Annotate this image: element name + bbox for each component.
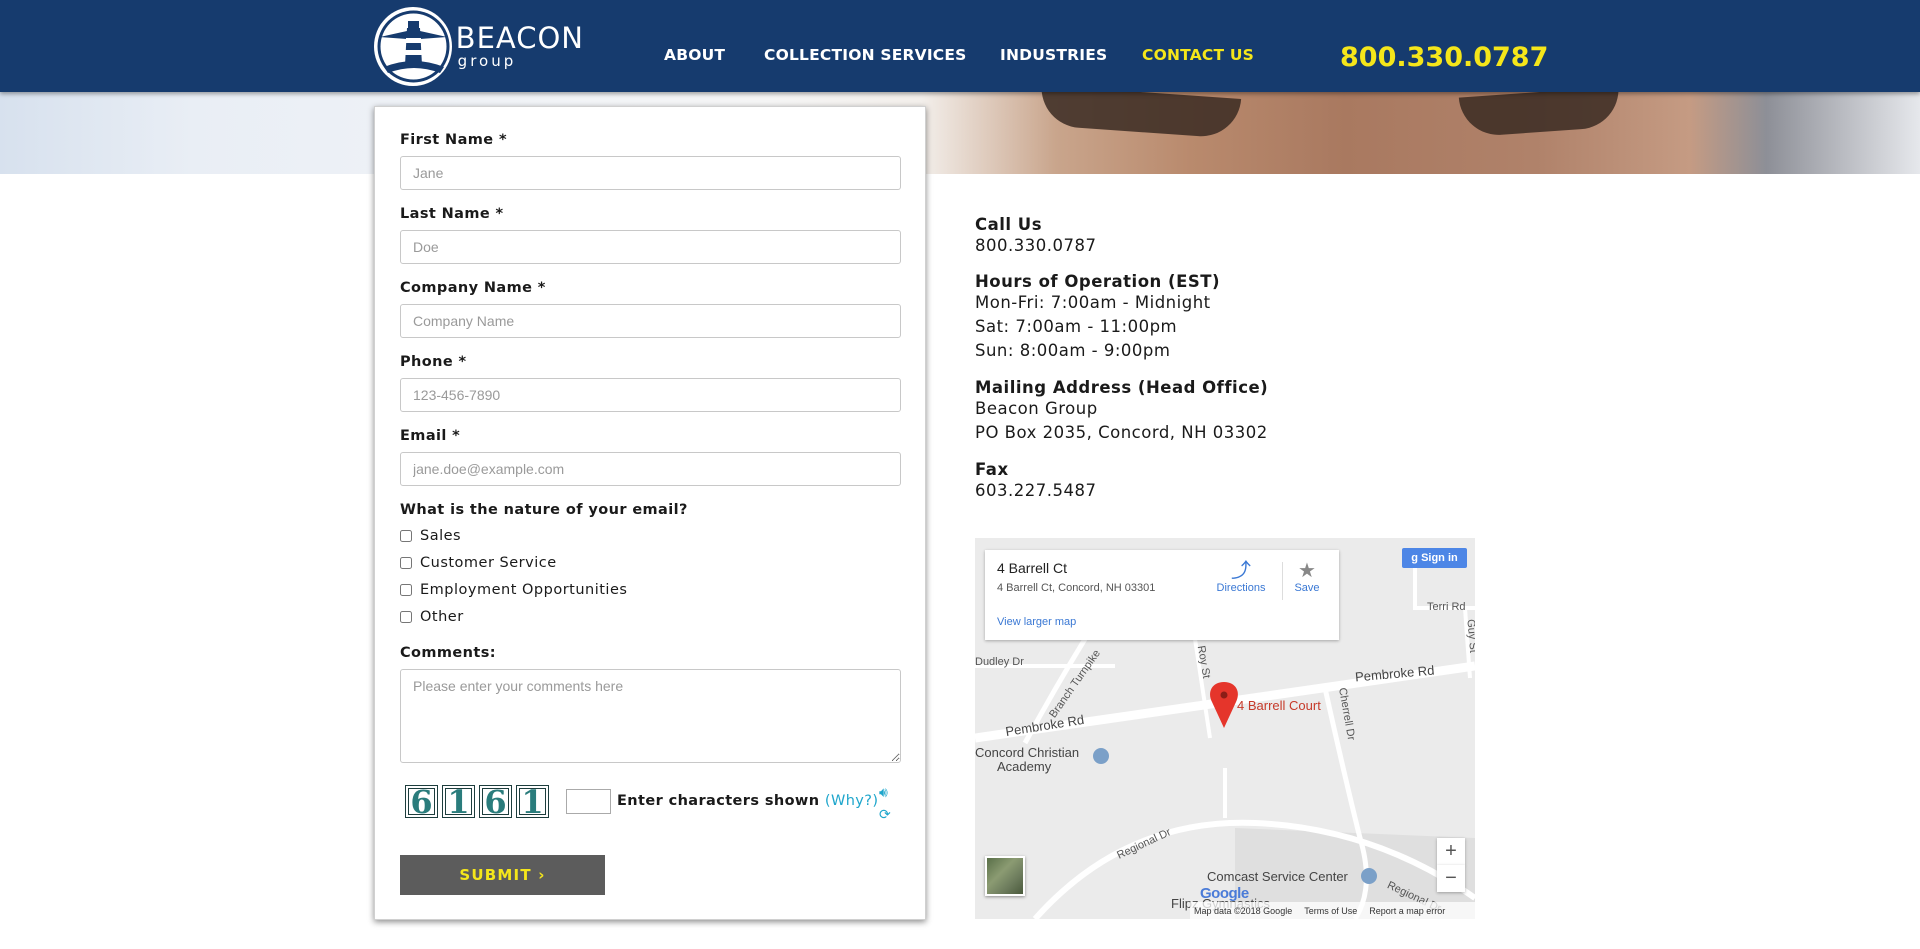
option-sales[interactable]: Sales (400, 528, 461, 544)
employment-checkbox[interactable] (400, 584, 412, 596)
option-label: Other (420, 609, 464, 625)
google-logo: Google (1200, 885, 1249, 902)
place-title: 4 Barrell Ct (997, 560, 1068, 576)
first-name-label: First Name * (400, 132, 507, 148)
option-employment[interactable]: Employment Opportunities (400, 582, 627, 598)
logo-wordmark: BEACON (455, 21, 584, 55)
mailing-line: PO Box 2035, Concord, NH 03302 (975, 423, 1268, 442)
zoom-in-button[interactable]: + (1437, 838, 1465, 865)
nav-industries[interactable]: INDUSTRIES (1000, 46, 1107, 64)
directions-button[interactable]: ⤴ Directions (1211, 560, 1271, 594)
captcha-digit: 1 (516, 785, 549, 818)
sign-in-button[interactable]: g Sign in (1402, 548, 1467, 568)
captcha-input[interactable] (566, 789, 611, 814)
option-label: Customer Service (420, 555, 557, 571)
sales-checkbox[interactable] (400, 530, 412, 542)
last-name-input[interactable] (400, 230, 901, 264)
last-name-label: Last Name * (400, 206, 504, 222)
audio-icon[interactable]: 🔊︎ (879, 785, 888, 801)
company-name-label: Company Name * (400, 280, 546, 296)
hours-line: Sun: 8:00am - 9:00pm (975, 341, 1171, 360)
fax-heading: Fax (975, 460, 1009, 479)
map-data-attribution: Map data ©2018 Google (1194, 905, 1293, 916)
map-label: Guy St (1464, 618, 1475, 654)
google-g-icon: g (1411, 552, 1418, 564)
site-header: BEACON group ABOUT COLLECTION SERVICES I… (0, 0, 1920, 92)
sign-in-label: Sign in (1421, 552, 1458, 564)
map-poi-label: Comcast Service Center (1207, 869, 1348, 884)
call-us-section: Call Us 800.330.0787 (975, 215, 1096, 258)
card-divider (1282, 562, 1283, 600)
call-us-number[interactable]: 800.330.0787 (975, 234, 1096, 258)
other-checkbox[interactable] (400, 611, 412, 623)
call-us-heading: Call Us (975, 215, 1043, 234)
email-input[interactable] (400, 452, 901, 486)
comments-textarea[interactable] (400, 669, 901, 763)
place-address: 4 Barrell Ct, Concord, NH 03301 (997, 582, 1156, 594)
mailing-section: Mailing Address (Head Office) Beacon Gro… (975, 378, 1268, 445)
first-name-input[interactable] (400, 156, 901, 190)
email-label: Email * (400, 428, 461, 444)
nav-collection-services[interactable]: COLLECTION SERVICES (764, 46, 967, 64)
captcha-digit: 1 (442, 785, 475, 818)
zoom-out-button[interactable]: − (1437, 865, 1465, 892)
terms-link[interactable]: Terms of Use (1304, 906, 1357, 916)
hours-heading: Hours of Operation (EST) (975, 272, 1221, 291)
beacon-logo[interactable]: BEACON group (374, 6, 584, 86)
directions-label: Directions (1216, 582, 1266, 594)
chevron-right-icon: › (538, 866, 546, 884)
header-phone[interactable]: 800.330.0787 (1340, 42, 1548, 73)
captcha-digit: 6 (479, 785, 512, 818)
map-footer: Map data ©2018 Google Terms of Use Repor… (1190, 902, 1475, 919)
map-poi-label: Academy (997, 759, 1052, 774)
captcha-instruction: Enter characters shown (617, 793, 820, 809)
nature-label: What is the nature of your email? (400, 502, 688, 518)
satellite-toggle[interactable] (985, 856, 1025, 896)
option-label: Employment Opportunities (420, 582, 628, 598)
nav-about[interactable]: ABOUT (664, 46, 725, 64)
report-error-link[interactable]: Report a map error (1369, 906, 1445, 916)
captcha-label: Enter characters shown (Why?) (617, 793, 878, 809)
fax-number: 603.227.5487 (975, 481, 1097, 500)
refresh-icon[interactable]: ⟳ (879, 807, 891, 823)
phone-label: Phone * (400, 354, 467, 370)
option-label: Sales (420, 528, 462, 544)
captcha-digit: 6 (405, 785, 438, 818)
phone-input[interactable] (400, 378, 901, 412)
fax-section: Fax 603.227.5487 (975, 460, 1096, 503)
map-label: Terri Rd (1427, 601, 1466, 613)
logo-subtitle: group (457, 52, 517, 70)
star-icon: ★ (1298, 560, 1316, 582)
customer-service-checkbox[interactable] (400, 557, 412, 569)
nav-contact-us[interactable]: CONTACT US (1142, 46, 1254, 64)
hours-section: Hours of Operation (EST) Mon-Fri: 7:00am… (975, 272, 1220, 363)
google-map[interactable]: Regional Dr Regional Dr Pembroke Rd Pemb… (975, 538, 1475, 919)
comments-label: Comments: (400, 645, 496, 661)
option-customer-service[interactable]: Customer Service (400, 555, 557, 571)
place-card: 4 Barrell Ct 4 Barrell Ct, Concord, NH 0… (985, 550, 1339, 640)
map-label: Dudley Dr (975, 656, 1024, 668)
option-other[interactable]: Other (400, 609, 464, 625)
hours-line: Mon-Fri: 7:00am - Midnight (975, 293, 1211, 312)
submit-label: SUBMIT (459, 866, 532, 884)
captcha-image: 6 1 6 1 (405, 785, 549, 818)
company-name-input[interactable] (400, 304, 901, 338)
hero-banner (0, 92, 1920, 174)
mailing-heading: Mailing Address (Head Office) (975, 378, 1269, 397)
save-label: Save (1294, 582, 1320, 594)
mailing-line: Beacon Group (975, 399, 1098, 418)
captcha-why-link[interactable]: (Why?) (825, 793, 879, 809)
map-poi-label: Concord Christian (975, 745, 1080, 760)
contact-form: First Name * Last Name * Company Name * … (374, 106, 926, 920)
directions-icon: ⤴ (1231, 560, 1251, 582)
map-pin-label: 4 Barrell Court (1237, 698, 1321, 713)
lighthouse-icon (374, 6, 452, 86)
save-button[interactable]: ★ Save (1285, 560, 1329, 594)
view-larger-map-link[interactable]: View larger map (997, 616, 1076, 628)
submit-button[interactable]: SUBMIT › (400, 855, 605, 895)
hours-line: Sat: 7:00am - 11:00pm (975, 317, 1178, 336)
